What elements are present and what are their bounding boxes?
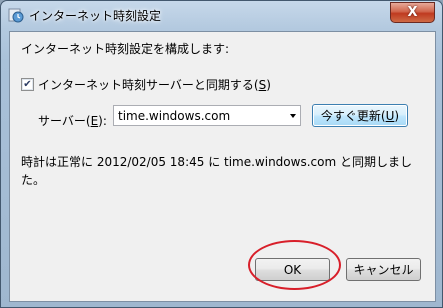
- close-icon: X: [407, 5, 418, 20]
- dialog-heading: インターネット時刻設定を構成します:: [21, 42, 230, 56]
- server-dropdown[interactable]: time.windows.com: [113, 105, 301, 126]
- update-now-button[interactable]: 今すぐ更新(U): [312, 104, 408, 127]
- cancel-button[interactable]: キャンセル: [346, 258, 421, 281]
- cancel-label: キャンセル: [353, 263, 414, 277]
- sync-checkbox-label: インターネット時刻サーバーと同期する(S): [38, 78, 271, 92]
- globe-clock-icon: [8, 7, 24, 23]
- close-button[interactable]: X: [390, 2, 435, 23]
- dialog-body: インターネット時刻設定を構成します: ✔ インターネット時刻サーバーと同期する(…: [9, 31, 436, 302]
- title-bar[interactable]: インターネット時刻設定 X: [1, 1, 442, 29]
- server-value: time.windows.com: [118, 109, 231, 123]
- window-title: インターネット時刻設定: [29, 9, 162, 23]
- annotation-circle: [248, 240, 341, 290]
- dialog-window: インターネット時刻設定 X インターネット時刻設定を構成します: ✔ インターネ…: [0, 0, 443, 308]
- sync-status-text: 時計は正常に 2012/02/05 18:45 に time.windows.c…: [21, 155, 412, 187]
- sync-checkbox-row[interactable]: ✔ インターネット時刻サーバーと同期する(S): [21, 76, 271, 93]
- server-label: サーバー(E):: [38, 114, 107, 128]
- update-now-label: 今すぐ更新(U): [320, 109, 400, 123]
- sync-checkbox[interactable]: ✔: [21, 78, 34, 91]
- checkmark-icon: ✔: [23, 78, 32, 90]
- chevron-down-icon[interactable]: [290, 114, 296, 118]
